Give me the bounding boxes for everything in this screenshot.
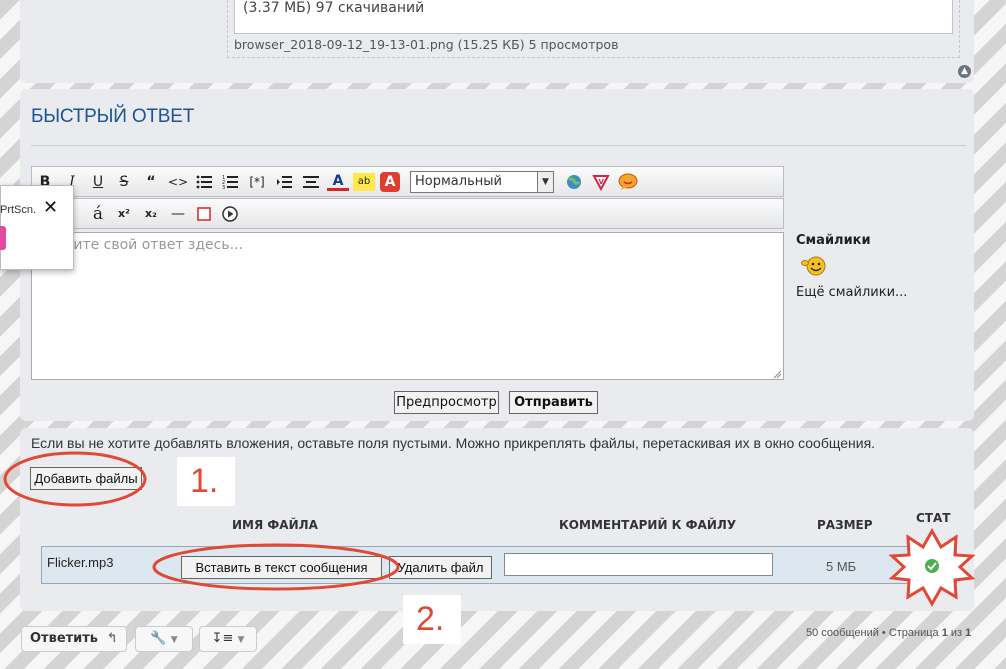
- chevron-down-icon: ▼: [237, 635, 245, 645]
- screenshot-popup: [0, 185, 74, 270]
- column-header-status: СТАТ: [916, 511, 951, 525]
- delete-file-button[interactable]: Удалить файл: [389, 556, 492, 579]
- attachment-info: (3.37 МБ) 97 скачиваний: [243, 0, 425, 16]
- add-files-button[interactable]: Добавить файлы: [30, 467, 142, 490]
- more-smilies-link[interactable]: Ещё смайлики...: [796, 285, 907, 300]
- svg-text:V: V: [599, 178, 605, 186]
- indent-icon[interactable]: [273, 171, 295, 193]
- smiley-wave-icon[interactable]: [800, 254, 828, 278]
- globe-icon[interactable]: [563, 171, 585, 193]
- popup-app-icon: [0, 226, 6, 250]
- font-color-icon[interactable]: A: [327, 171, 349, 191]
- column-header-size: РАЗМЕР: [817, 518, 873, 532]
- strikethrough-icon[interactable]: S: [113, 171, 135, 193]
- tools-button[interactable]: 🔧 ▼: [135, 626, 193, 652]
- accent-icon[interactable]: á: [87, 203, 109, 225]
- file-size: 5 МБ: [826, 559, 857, 574]
- ordered-list-icon[interactable]: 123: [219, 171, 241, 193]
- list-icon[interactable]: [193, 171, 215, 193]
- align-icon[interactable]: [300, 171, 322, 193]
- wrench-icon: 🔧: [150, 631, 167, 646]
- close-icon[interactable]: ✕: [43, 197, 58, 218]
- sort-icon: ↧≡: [211, 631, 234, 646]
- reply-button[interactable]: Ответить ↰: [21, 626, 127, 652]
- reply-arrow-icon: ↰: [106, 631, 118, 646]
- pagination-prefix: 50 сообщений • Страница: [806, 627, 942, 639]
- resize-handle-icon[interactable]: [772, 368, 782, 379]
- pagination-mid: из: [947, 627, 966, 639]
- list-item-icon[interactable]: [*]: [246, 171, 268, 193]
- table-row: [41, 546, 957, 584]
- message-textarea[interactable]: [31, 232, 784, 380]
- font-style-icon[interactable]: A: [380, 172, 400, 192]
- annotation-step-1: 1.: [190, 462, 219, 500]
- back-to-top-icon[interactable]: ▲: [958, 65, 971, 78]
- quick-reply-title: БЫСТРЫЙ ОТВЕТ: [31, 106, 195, 127]
- page-total: 1: [965, 627, 972, 639]
- highlight-icon[interactable]: ab: [353, 173, 375, 191]
- smiley-bubble-icon[interactable]: [617, 171, 639, 193]
- subscript-icon[interactable]: x₂: [140, 203, 162, 225]
- spoiler-icon[interactable]: V: [590, 171, 612, 193]
- pagination: 50 сообщений • Страница 1 из 1: [806, 627, 971, 639]
- file-comment-input[interactable]: [504, 553, 773, 576]
- divider: [31, 145, 966, 146]
- column-header-comment: КОММЕНТАРИЙ К ФАЙЛУ: [559, 518, 737, 532]
- chevron-down-icon: ▼: [170, 635, 178, 645]
- insert-into-message-button[interactable]: Вставить в текст сообщения: [181, 556, 382, 579]
- box-icon[interactable]: [193, 203, 215, 225]
- smilies-title: Смайлики: [796, 233, 871, 248]
- horizontal-rule-icon[interactable]: —: [167, 203, 189, 225]
- message-placeholder: ...ите свой ответ здесь...: [60, 237, 243, 253]
- submit-button[interactable]: Отправить: [509, 391, 598, 414]
- superscript-icon[interactable]: x²: [113, 203, 135, 225]
- svg-text:3: 3: [222, 185, 225, 190]
- annotation-step-2: 2.: [416, 600, 445, 638]
- font-size-select[interactable]: Нормальный: [410, 171, 554, 193]
- preview-button[interactable]: Предпросмотр: [394, 391, 499, 414]
- underline-icon[interactable]: U: [87, 171, 109, 193]
- column-header-filename: ИМЯ ФАЙЛА: [232, 518, 318, 532]
- media-play-icon[interactable]: [219, 203, 241, 225]
- sort-button[interactable]: ↧≡ ▼: [199, 626, 257, 652]
- chevron-down-icon[interactable]: ▼: [537, 171, 554, 193]
- reply-label: Ответить: [30, 631, 99, 646]
- attachments-hint: Если вы не хотите добавлять вложения, ос…: [31, 435, 876, 451]
- popup-text: PrtScn.: [0, 204, 37, 216]
- file-name: Flicker.mp3: [47, 555, 114, 570]
- quote-icon[interactable]: “: [140, 171, 162, 193]
- attachment-file-line[interactable]: browser_2018-09-12_19-13-01.png (15.25 К…: [234, 37, 618, 52]
- code-icon[interactable]: <>: [167, 171, 189, 193]
